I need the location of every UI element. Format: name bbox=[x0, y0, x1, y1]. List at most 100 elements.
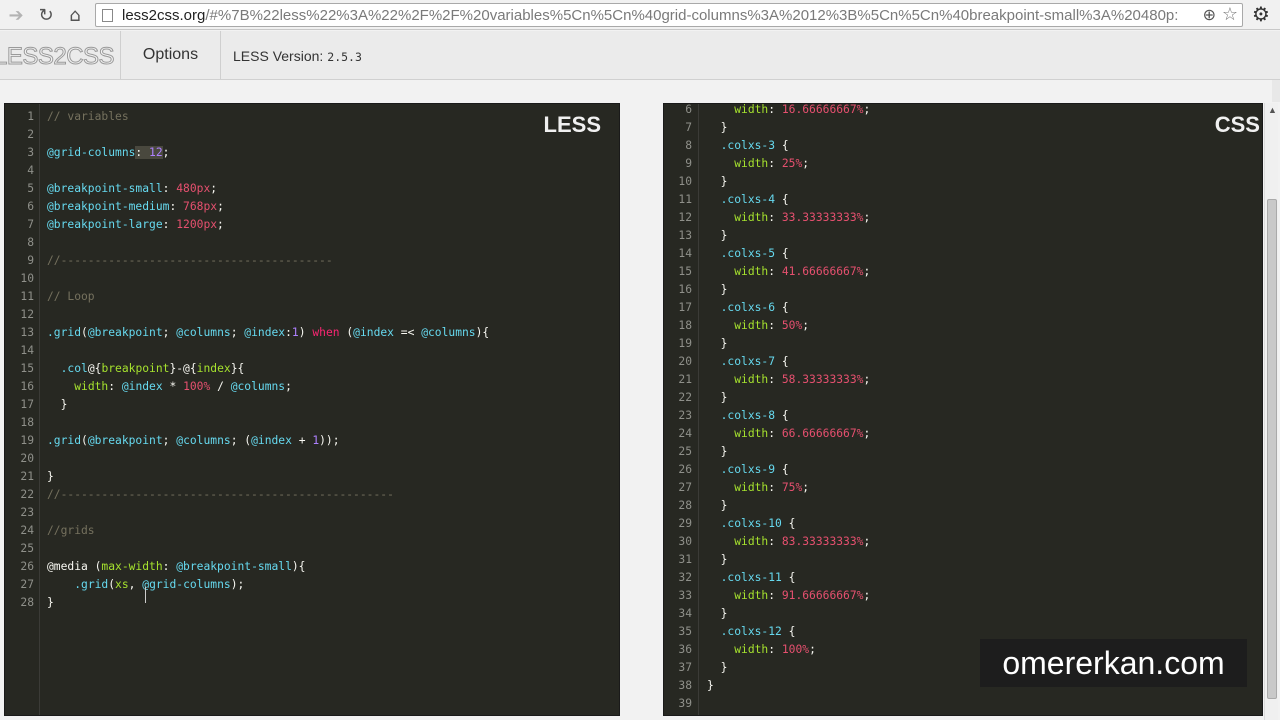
css-output[interactable]: 6 width: 16.66666667%; 7 } 8 .colxs-3 {9 w… bbox=[663, 103, 1263, 716]
code-line[interactable]: 9 width: 25%; bbox=[664, 155, 1262, 173]
line-code[interactable]: .colxs-5 { bbox=[707, 245, 789, 263]
code-line[interactable]: 18 width: 50%; bbox=[664, 317, 1262, 335]
line-code[interactable]: width: 75%; bbox=[707, 479, 809, 497]
reload-icon[interactable]: ↻ bbox=[34, 3, 58, 27]
options-button[interactable]: Options bbox=[120, 31, 221, 79]
code-line[interactable]: 3 @grid-columns: 12; bbox=[5, 144, 619, 162]
code-line[interactable]: 14 .colxs-5 { bbox=[664, 245, 1262, 263]
line-code[interactable]: //--------------------------------------… bbox=[47, 486, 394, 504]
line-code[interactable]: width: @index * 100% / @columns; bbox=[47, 378, 292, 396]
code-line[interactable]: 14 bbox=[5, 342, 619, 360]
code-line[interactable]: 5 @breakpoint-small: 480px; bbox=[5, 180, 619, 198]
code-line[interactable]: 9 //-------------------------------------… bbox=[5, 252, 619, 270]
code-line[interactable]: 32 .colxs-11 { bbox=[664, 569, 1262, 587]
line-code[interactable]: .grid(@breakpoint; @columns; (@index + 1… bbox=[47, 432, 340, 450]
scroll-up-arrow-icon[interactable]: ▲ bbox=[1268, 105, 1277, 115]
code-line[interactable]: 10 bbox=[5, 270, 619, 288]
code-line[interactable]: 26 @media (max-width: @breakpoint-small){ bbox=[5, 558, 619, 576]
code-line[interactable]: 12 bbox=[5, 306, 619, 324]
code-line[interactable]: 12 width: 33.33333333%; bbox=[664, 209, 1262, 227]
code-line[interactable]: 22 //------------------------------------… bbox=[5, 486, 619, 504]
code-line[interactable]: 23 .colxs-8 { bbox=[664, 407, 1262, 425]
code-line[interactable]: 1 // variables bbox=[5, 108, 619, 126]
code-line[interactable]: 31 } bbox=[664, 551, 1262, 569]
page-scrollbar[interactable]: ▲ bbox=[1264, 103, 1278, 720]
code-line[interactable]: 7 } bbox=[664, 119, 1262, 137]
line-code[interactable]: .colxs-11 { bbox=[707, 569, 796, 587]
line-code[interactable]: //--------------------------------------… bbox=[47, 252, 333, 270]
line-code[interactable]: width: 91.66666667%; bbox=[707, 587, 870, 605]
code-line[interactable]: 13 .grid(@breakpoint; @columns; @index:1)… bbox=[5, 324, 619, 342]
code-line[interactable]: 6 width: 16.66666667%; bbox=[664, 104, 1262, 119]
line-code[interactable]: } bbox=[707, 497, 728, 515]
forward-arrow-icon[interactable]: ➔ bbox=[4, 3, 28, 27]
line-code[interactable]: } bbox=[707, 605, 728, 623]
code-line[interactable]: 8 bbox=[5, 234, 619, 252]
line-code[interactable]: width: 100%; bbox=[707, 641, 816, 659]
scrollbar-thumb[interactable] bbox=[1267, 199, 1277, 699]
code-line[interactable]: 15 .col@{breakpoint}-@{index}{ bbox=[5, 360, 619, 378]
code-line[interactable]: 27 .grid(xs, @grid-columns); bbox=[5, 576, 619, 594]
line-code[interactable]: @breakpoint-large: 1200px; bbox=[47, 216, 224, 234]
line-code[interactable]: } bbox=[47, 468, 54, 486]
line-code[interactable]: @breakpoint-small: 480px; bbox=[47, 180, 217, 198]
code-line[interactable]: 30 width: 83.33333333%; bbox=[664, 533, 1262, 551]
code-line[interactable]: 28 } bbox=[664, 497, 1262, 515]
less-editor[interactable]: 1// variables 2 3 @grid-columns: 12; 4 5 @brea… bbox=[4, 103, 620, 716]
line-code[interactable]: //grids bbox=[47, 522, 95, 540]
code-line[interactable]: 17 .colxs-6 { bbox=[664, 299, 1262, 317]
code-line[interactable]: 39 bbox=[664, 695, 1262, 713]
line-code[interactable]: } bbox=[707, 119, 728, 137]
line-code[interactable]: } bbox=[707, 551, 728, 569]
code-line[interactable]: 19 .grid(@breakpoint; @columns; (@index +… bbox=[5, 432, 619, 450]
less-version-value[interactable]: 2.5.3 bbox=[327, 50, 362, 64]
line-code[interactable]: .colxs-9 { bbox=[707, 461, 789, 479]
line-code[interactable]: } bbox=[47, 594, 54, 612]
line-code[interactable]: width: 83.33333333%; bbox=[707, 533, 870, 551]
line-code[interactable]: .colxs-3 { bbox=[707, 137, 789, 155]
code-line[interactable]: 25 } bbox=[664, 443, 1262, 461]
code-line[interactable]: 13 } bbox=[664, 227, 1262, 245]
line-code[interactable]: .colxs-10 { bbox=[707, 515, 796, 533]
settings-gear-icon[interactable]: ⚙ bbox=[1252, 2, 1270, 26]
line-code[interactable]: } bbox=[707, 659, 728, 677]
line-code[interactable]: .colxs-4 { bbox=[707, 191, 789, 209]
line-code[interactable]: @grid-columns: 12; bbox=[47, 144, 169, 162]
line-code[interactable]: .colxs-7 { bbox=[707, 353, 789, 371]
code-line[interactable]: 28} bbox=[5, 594, 619, 612]
line-code[interactable]: @breakpoint-medium: 768px; bbox=[47, 198, 224, 216]
line-code[interactable]: // Loop bbox=[47, 288, 95, 306]
code-line[interactable]: 24 width: 66.66666667%; bbox=[664, 425, 1262, 443]
code-line[interactable]: 8 .colxs-3 { bbox=[664, 137, 1262, 155]
code-line[interactable]: 11 .colxs-4 { bbox=[664, 191, 1262, 209]
code-line[interactable]: 22 } bbox=[664, 389, 1262, 407]
app-logo[interactable]: LESS2CSS bbox=[0, 43, 120, 69]
code-line[interactable]: 20 bbox=[5, 450, 619, 468]
line-code[interactable]: width: 25%; bbox=[707, 155, 809, 173]
code-line[interactable]: 6 @breakpoint-medium: 768px; bbox=[5, 198, 619, 216]
less-code[interactable]: 1// variables 2 3 @grid-columns: 12; 4 5 @brea… bbox=[5, 108, 619, 612]
code-line[interactable]: 7 @breakpoint-large: 1200px; bbox=[5, 216, 619, 234]
code-line[interactable]: 4 bbox=[5, 162, 619, 180]
code-line[interactable]: 19 } bbox=[664, 335, 1262, 353]
url-text[interactable]: less2css.org/#%7B%22less%22%3A%22%2F%2F%… bbox=[122, 7, 1190, 24]
code-line[interactable]: 15 width: 41.66666667%; bbox=[664, 263, 1262, 281]
code-line[interactable]: 27 width: 75%; bbox=[664, 479, 1262, 497]
code-line[interactable]: 17 } bbox=[5, 396, 619, 414]
line-code[interactable]: .colxs-8 { bbox=[707, 407, 789, 425]
line-code[interactable]: width: 41.66666667%; bbox=[707, 263, 870, 281]
line-code[interactable]: .col@{breakpoint}-@{index}{ bbox=[47, 360, 245, 378]
line-code[interactable]: @media (max-width: @breakpoint-small){ bbox=[47, 558, 305, 576]
line-code[interactable]: } bbox=[707, 335, 728, 353]
code-line[interactable]: 21} bbox=[5, 468, 619, 486]
code-line[interactable]: 18 bbox=[5, 414, 619, 432]
line-code[interactable]: .colxs-12 { bbox=[707, 623, 796, 641]
line-code[interactable]: } bbox=[707, 173, 728, 191]
line-code[interactable]: width: 33.33333333%; bbox=[707, 209, 870, 227]
line-code[interactable]: .colxs-6 { bbox=[707, 299, 789, 317]
code-line[interactable]: 23 bbox=[5, 504, 619, 522]
code-line[interactable]: 10 } bbox=[664, 173, 1262, 191]
code-line[interactable]: 24 //grids bbox=[5, 522, 619, 540]
line-code[interactable]: width: 16.66666667%; bbox=[707, 104, 870, 119]
home-icon[interactable]: ⌂ bbox=[63, 3, 87, 27]
